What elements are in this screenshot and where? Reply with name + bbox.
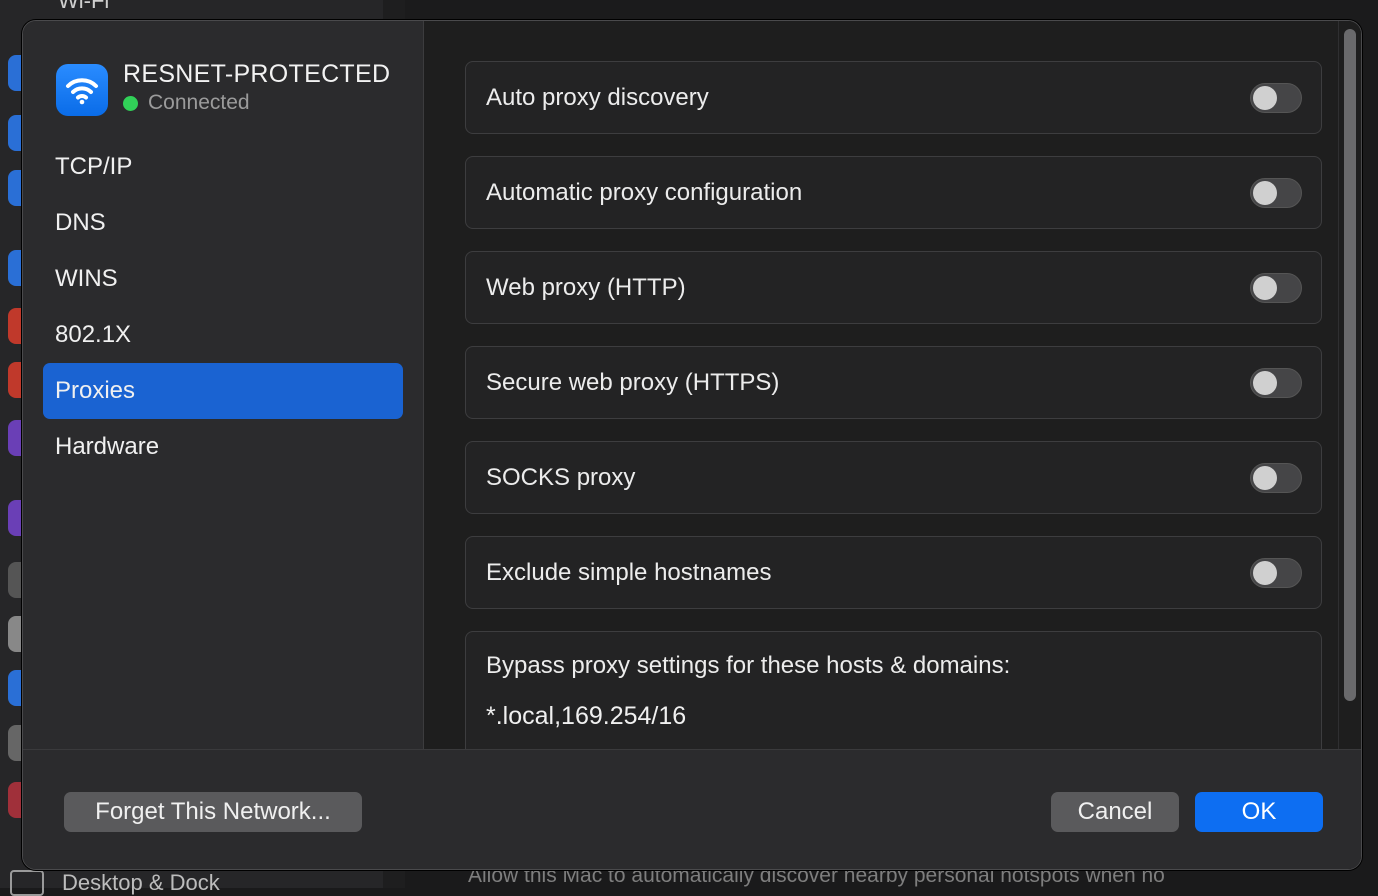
secure-web-proxy-https-label: Secure web proxy (HTTPS) bbox=[486, 368, 780, 396]
desktop-dock-icon bbox=[10, 870, 44, 896]
sidebar-item-tcpip[interactable]: TCP/IP bbox=[43, 139, 403, 195]
exclude-simple-hostnames-toggle[interactable] bbox=[1250, 557, 1302, 588]
network-header: RESNET-PROTECTED Connected bbox=[56, 59, 390, 116]
status-dot-icon bbox=[123, 95, 138, 111]
sidebar-item-8021x[interactable]: 802.1X bbox=[43, 307, 403, 363]
bypass-proxy-box: Bypass proxy settings for these hosts & … bbox=[465, 631, 1322, 761]
toggle-knob bbox=[1253, 370, 1277, 395]
sidebar-item-wins[interactable]: WINS bbox=[43, 251, 403, 307]
toggle-knob bbox=[1253, 465, 1277, 490]
sidebar-nav: TCP/IP DNS WINS 802.1X Proxies Hardware bbox=[43, 139, 403, 475]
automatic-proxy-configuration-row: Automatic proxy configuration bbox=[465, 156, 1322, 229]
proxies-panel: Auto proxy discovery Automatic proxy con… bbox=[424, 21, 1361, 869]
toggle-knob bbox=[1253, 560, 1277, 585]
web-proxy-http-row: Web proxy (HTTP) bbox=[465, 251, 1322, 324]
toggle-knob bbox=[1253, 275, 1277, 300]
web-proxy-http-toggle[interactable] bbox=[1250, 272, 1302, 303]
ok-button[interactable]: OK bbox=[1195, 792, 1323, 832]
secure-web-proxy-https-toggle[interactable] bbox=[1250, 367, 1302, 398]
exclude-simple-hostnames-row: Exclude simple hostnames bbox=[465, 536, 1322, 609]
scrollbar[interactable] bbox=[1338, 21, 1361, 749]
connection-status-label: Connected bbox=[148, 91, 250, 114]
sidebar-item-hardware[interactable]: Hardware bbox=[43, 419, 403, 475]
background-wifi-title: Wi-Fi bbox=[58, 0, 110, 13]
background-top-strip bbox=[405, 0, 1378, 20]
wifi-icon bbox=[56, 64, 108, 116]
background-desktop-dock-label: Desktop & Dock bbox=[62, 870, 220, 895]
connection-status: Connected bbox=[123, 91, 390, 115]
bypass-proxy-label: Bypass proxy settings for these hosts & … bbox=[486, 652, 1011, 679]
toggle-knob bbox=[1253, 85, 1277, 110]
toggle-knob bbox=[1253, 180, 1277, 205]
dialog-footer: Forget This Network... Cancel OK bbox=[23, 749, 1361, 869]
cancel-button[interactable]: Cancel bbox=[1051, 792, 1179, 832]
sidebar-item-proxies[interactable]: Proxies bbox=[43, 363, 403, 419]
bypass-hosts-field[interactable]: *.local,169.254/16 bbox=[486, 702, 1301, 731]
footer-right-area: Cancel OK bbox=[424, 750, 1361, 869]
web-proxy-http-label: Web proxy (HTTP) bbox=[486, 273, 686, 301]
proxy-settings-list: Auto proxy discovery Automatic proxy con… bbox=[465, 61, 1322, 631]
secure-web-proxy-https-row: Secure web proxy (HTTPS) bbox=[465, 346, 1322, 419]
sidebar-item-dns[interactable]: DNS bbox=[43, 195, 403, 251]
dialog-sidebar: RESNET-PROTECTED Connected TCP/IP DNS WI… bbox=[23, 21, 424, 869]
forget-network-button[interactable]: Forget This Network... bbox=[64, 792, 362, 832]
auto-proxy-discovery-toggle[interactable] bbox=[1250, 82, 1302, 113]
background-desktop-dock-item[interactable]: Desktop & Dock bbox=[10, 870, 220, 896]
socks-proxy-row: SOCKS proxy bbox=[465, 441, 1322, 514]
network-name: RESNET-PROTECTED bbox=[123, 60, 391, 88]
socks-proxy-toggle[interactable] bbox=[1250, 462, 1302, 493]
scrollbar-thumb[interactable] bbox=[1344, 29, 1356, 701]
auto-proxy-discovery-row: Auto proxy discovery bbox=[465, 61, 1322, 134]
exclude-simple-hostnames-label: Exclude simple hostnames bbox=[486, 558, 772, 586]
automatic-proxy-configuration-label: Automatic proxy configuration bbox=[486, 178, 803, 206]
auto-proxy-discovery-label: Auto proxy discovery bbox=[486, 83, 709, 111]
socks-proxy-label: SOCKS proxy bbox=[486, 463, 636, 491]
automatic-proxy-configuration-toggle[interactable] bbox=[1250, 177, 1302, 208]
network-details-dialog: RESNET-PROTECTED Connected TCP/IP DNS WI… bbox=[22, 20, 1362, 870]
